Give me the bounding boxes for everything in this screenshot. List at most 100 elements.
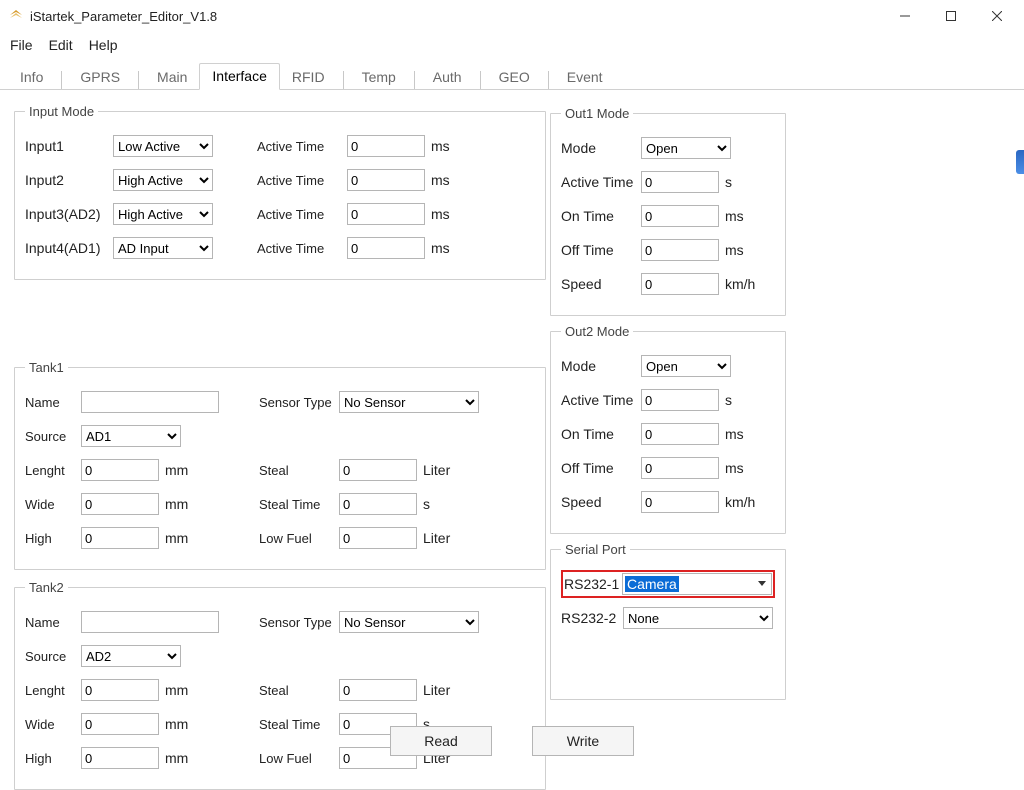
- tab-info[interactable]: Info: [8, 65, 55, 90]
- out1-speed-input[interactable]: [641, 273, 719, 295]
- out1-on time-input[interactable]: [641, 205, 719, 227]
- input1-activetime-input[interactable]: [347, 135, 425, 157]
- rs232-1-value: Camera: [625, 576, 679, 592]
- tank1-high-input[interactable]: [81, 527, 159, 549]
- tank1-name-input[interactable]: [81, 391, 219, 413]
- input4-mode-select[interactable]: AD Input: [113, 237, 213, 259]
- out2-active time-input[interactable]: [641, 389, 719, 411]
- input4-unit: ms: [431, 240, 469, 256]
- input2-activetime-input[interactable]: [347, 169, 425, 191]
- input1-mode-select[interactable]: Low Active: [113, 135, 213, 157]
- tank1-length-label: Lenght: [25, 463, 81, 478]
- input1-label: Input1: [25, 138, 113, 154]
- input2-unit: ms: [431, 172, 469, 188]
- tank1-steal-input[interactable]: [339, 459, 417, 481]
- tank1-group: Tank1NameSourceAD1LenghtmmWidemmHighmmSe…: [14, 360, 546, 570]
- out1-lbl-0: Mode: [561, 140, 641, 156]
- input3-activetime-label: Active Time: [257, 207, 347, 222]
- out2-speed-input[interactable]: [641, 491, 719, 513]
- out2-legend: Out2 Mode: [561, 324, 633, 339]
- maximize-button[interactable]: [928, 1, 974, 31]
- out2-mode-group: Out2 ModeModeOpenActive TimesOn TimemsOf…: [550, 324, 786, 534]
- rs232-2-label: RS232-2: [561, 610, 623, 626]
- tank1-steal-label: Steal: [259, 463, 339, 478]
- tank1-sensortype-label: Sensor Type: [259, 395, 339, 410]
- input3-unit: ms: [431, 206, 469, 222]
- tank1-wide-label: Wide: [25, 497, 81, 512]
- tank2-length-label: Lenght: [25, 683, 81, 698]
- input4-activetime-label: Active Time: [257, 241, 347, 256]
- close-button[interactable]: [974, 1, 1020, 31]
- input4-label: Input4(AD1): [25, 240, 113, 256]
- out1-lbl-4: Speed: [561, 276, 641, 292]
- titlebar: iStartek_Parameter_Editor_V1.8: [0, 0, 1024, 33]
- tank2-name-label: Name: [25, 615, 81, 630]
- tank1-high-label: High: [25, 531, 81, 546]
- tab-interface[interactable]: Interface: [199, 63, 279, 90]
- input4-activetime-input[interactable]: [347, 237, 425, 259]
- serial-port-group: Serial Port RS232-1 Camera RS232-2 None: [550, 542, 786, 700]
- tabstrip: Info GPRS MainInterfaceRFID Temp Auth GEO Even…: [0, 59, 1024, 90]
- rs232-1-select[interactable]: Camera: [622, 573, 772, 595]
- tab-gprs[interactable]: GPRS: [68, 65, 132, 90]
- serial-port-legend: Serial Port: [561, 542, 630, 557]
- out1-lbl-3: Off Time: [561, 242, 641, 258]
- input-mode-group: Input Mode Input1Low ActiveActive Timems…: [14, 104, 546, 280]
- tank2-length-input[interactable]: [81, 679, 159, 701]
- chevron-down-icon: [754, 575, 770, 593]
- tank1-sensortype-select[interactable]: No Sensor: [339, 391, 479, 413]
- menu-edit[interactable]: Edit: [49, 37, 73, 53]
- rs232-2-select[interactable]: None: [623, 607, 773, 629]
- tab-geo[interactable]: GEO: [487, 65, 542, 90]
- tank1-source-label: Source: [25, 429, 81, 444]
- tank2-sensortype-select[interactable]: No Sensor: [339, 611, 479, 633]
- app-icon: [8, 8, 24, 24]
- tank1-source-select[interactable]: AD1: [81, 425, 181, 447]
- tank2-steal-input[interactable]: [339, 679, 417, 701]
- input2-label: Input2: [25, 172, 113, 188]
- rs232-1-label: RS232-1: [564, 576, 622, 592]
- menubar: File Edit Help: [0, 33, 1024, 57]
- tank1-stealtime-label: Steal Time: [259, 497, 339, 512]
- tab-auth[interactable]: Auth: [421, 65, 474, 90]
- tab-event[interactable]: Event: [555, 65, 615, 90]
- tank1-legend: Tank1: [25, 360, 68, 375]
- edge-indicator: [1016, 150, 1024, 174]
- tab-rfid[interactable]: RFID: [280, 65, 337, 90]
- minimize-button[interactable]: [882, 1, 928, 31]
- tank2-source-select[interactable]: AD2: [81, 645, 181, 667]
- out2-lbl-2: On Time: [561, 426, 641, 442]
- tank1-stealtime-input[interactable]: [339, 493, 417, 515]
- out1-mode-group: Out1 ModeModeOpenActive TimesOn TimemsOf…: [550, 106, 786, 316]
- input2-mode-select[interactable]: High Active: [113, 169, 213, 191]
- input3-mode-select[interactable]: High Active: [113, 203, 213, 225]
- read-button[interactable]: Read: [390, 726, 492, 756]
- input3-activetime-input[interactable]: [347, 203, 425, 225]
- input1-activetime-label: Active Time: [257, 139, 347, 154]
- out1-off time-input[interactable]: [641, 239, 719, 261]
- out1-lbl-2: On Time: [561, 208, 641, 224]
- tank1-lowfuel-input[interactable]: [339, 527, 417, 549]
- out1-mode-select[interactable]: Open: [641, 137, 731, 159]
- menu-help[interactable]: Help: [89, 37, 118, 53]
- out1-legend: Out1 Mode: [561, 106, 633, 121]
- tank1-length-input[interactable]: [81, 459, 159, 481]
- out2-lbl-0: Mode: [561, 358, 641, 374]
- out1-active time-input[interactable]: [641, 171, 719, 193]
- input3-label: Input3(AD2): [25, 206, 113, 222]
- menu-file[interactable]: File: [10, 37, 33, 53]
- out1-lbl-1: Active Time: [561, 174, 641, 190]
- tab-main[interactable]: Main: [145, 65, 199, 90]
- out2-lbl-1: Active Time: [561, 392, 641, 408]
- tank1-wide-input[interactable]: [81, 493, 159, 515]
- out2-on time-input[interactable]: [641, 423, 719, 445]
- out2-lbl-3: Off Time: [561, 460, 641, 476]
- out2-off time-input[interactable]: [641, 457, 719, 479]
- tank2-source-label: Source: [25, 649, 81, 664]
- tank1-name-label: Name: [25, 395, 81, 410]
- write-button[interactable]: Write: [532, 726, 634, 756]
- out2-mode-select[interactable]: Open: [641, 355, 731, 377]
- tank2-name-input[interactable]: [81, 611, 219, 633]
- tab-temp[interactable]: Temp: [350, 65, 408, 90]
- out2-lbl-4: Speed: [561, 494, 641, 510]
